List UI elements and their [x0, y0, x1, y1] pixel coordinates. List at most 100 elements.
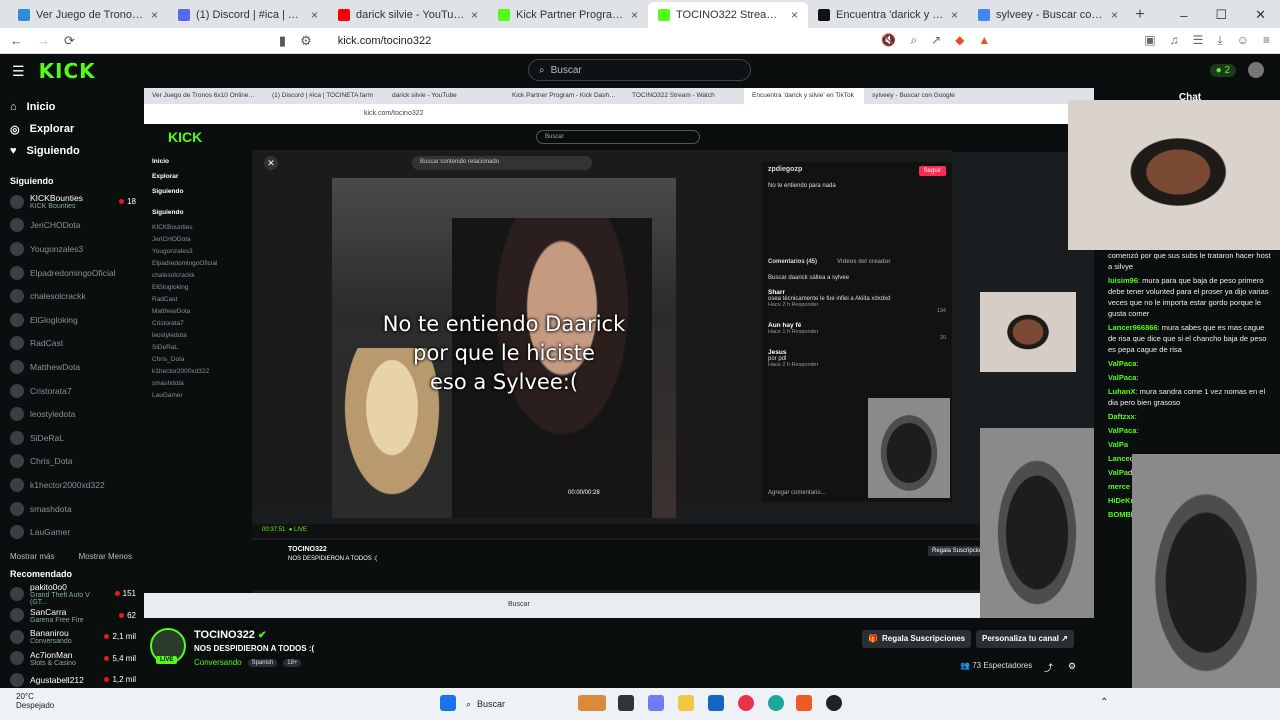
sidebar-channel[interactable]: SiDeRaL [10, 426, 144, 450]
video-player[interactable]: Ver Juego de Tronos 6x10 Online Gra (1) D… [144, 88, 1094, 618]
browser-tab[interactable]: TOCINO322 Stream - Watch × [648, 2, 808, 28]
task-view-icon[interactable] [618, 695, 634, 711]
sidebar-channel[interactable]: KICKBounties KICK Bounties 18 [10, 190, 144, 214]
chat-username[interactable]: ValPaca [1108, 426, 1136, 435]
tab-close-icon[interactable]: × [471, 8, 478, 22]
sidebar-channel[interactable]: MatthewDota [10, 355, 144, 379]
forward-icon[interactable]: → [37, 33, 50, 48]
sidebar-channel[interactable]: JeriCHODota [10, 214, 144, 238]
sidebar-channel[interactable]: Yougonzales3 [10, 237, 144, 261]
chat-username[interactable]: luisim96 [1108, 276, 1138, 285]
nav-explore[interactable]: ◎ Explorar [10, 118, 144, 140]
opera-icon[interactable] [738, 695, 754, 711]
browser-tab[interactable]: sylveey - Buscar con Google × [968, 2, 1128, 28]
tag-age[interactable]: 18+ [283, 658, 302, 667]
sidebar-channel[interactable]: ElpadredomingoOficial [10, 261, 144, 285]
edge-icon[interactable] [768, 695, 784, 711]
share-icon[interactable]: ↗ [931, 33, 941, 48]
sidebar-channel[interactable]: leostyledota [10, 402, 144, 426]
obs-icon[interactable] [826, 695, 842, 711]
browser-tab[interactable]: Ver Juego de Tronos 6x10 Online Gra × [8, 2, 168, 28]
file-explorer-icon[interactable] [678, 695, 694, 711]
tag-language[interactable]: Spanish [247, 658, 278, 667]
sidebar-toggle-icon[interactable]: ▣ [1144, 33, 1155, 48]
reload-icon[interactable]: ⟳ [64, 33, 75, 49]
chat-username[interactable]: Daftzxx [1108, 412, 1135, 421]
tab-close-icon[interactable]: × [951, 8, 958, 22]
browser-tab[interactable]: Kick Partner Program - Kick Dashboa × [488, 2, 648, 28]
store-icon[interactable] [708, 695, 724, 711]
sidebar-channel[interactable]: Chris_Dota [10, 450, 144, 474]
sidebar-channel[interactable]: chalesolcrackk [10, 284, 144, 308]
tab-close-icon[interactable]: × [791, 8, 798, 22]
nav-home[interactable]: ⌂ Inicio [10, 96, 144, 118]
reading-list-icon[interactable]: ☰ [1193, 33, 1204, 48]
rewards-icon[interactable]: ▲ [978, 33, 990, 48]
new-tab-button[interactable]: + [1128, 2, 1152, 28]
kick-logo[interactable]: KICK [39, 59, 96, 83]
account-icon[interactable]: ☺ [1237, 33, 1249, 48]
maximize-icon[interactable]: ☐ [1215, 7, 1227, 23]
chat-username[interactable]: ValPaca [1108, 373, 1136, 382]
gift-subscriptions-button[interactable]: 🎁 Regala Suscripciones [862, 630, 972, 648]
close-window-icon[interactable]: ✕ [1255, 7, 1266, 23]
settings-icon[interactable]: ⚙ [1068, 661, 1076, 672]
avatar[interactable] [1248, 62, 1264, 78]
chat-username[interactable]: ValPa [1108, 440, 1128, 449]
customize-channel-button[interactable]: Personaliza tu canal ↗ [976, 630, 1074, 648]
site-info-icon[interactable]: ⚙ [300, 33, 312, 49]
download-icon[interactable]: ⤓ [1217, 33, 1222, 48]
mute-icon[interactable]: 🔇 [881, 33, 896, 48]
show-more-link[interactable]: Mostrar más [10, 552, 54, 561]
weather-widget[interactable]: 20°C Despejado [16, 692, 54, 710]
sidebar-channel[interactable]: Cristorata7 [10, 379, 144, 403]
app-icon[interactable] [578, 695, 606, 711]
sidebar-channel[interactable]: LauGamer [10, 520, 144, 544]
browser-tab[interactable]: (1) Discord | #ica | TOCINETA farm × [168, 2, 328, 28]
share-icon[interactable]: ⤴ [1044, 661, 1053, 674]
sidebar-channel[interactable]: RadCast [10, 332, 144, 356]
minimize-icon[interactable]: – [1180, 8, 1187, 23]
points-badge[interactable]: ● 2 [1209, 63, 1236, 77]
tab-close-icon[interactable]: × [631, 8, 638, 22]
tray-chevron-icon[interactable]: ⌃ [1100, 697, 1108, 708]
zoom-icon[interactable]: ⌕ [910, 33, 917, 48]
sidebar-channel[interactable]: pakito0o0 Grand Theft Auto V (GT... 151 [10, 582, 144, 606]
browser-tab[interactable]: Encuentra 'darick y silvie' en TikTok × [808, 2, 968, 28]
extensions-icon[interactable]: ♫ [1170, 33, 1179, 48]
streamer-name[interactable]: TOCINO322 ✔ [194, 629, 266, 641]
brave-shield-icon[interactable]: ◆ [955, 33, 964, 48]
sidebar-channel[interactable]: Bananirou Conversando 2,1 mil [10, 626, 144, 648]
brave-icon[interactable] [796, 695, 812, 711]
chat-username[interactable]: HiDeK [1108, 496, 1131, 505]
nested-kick-logo: KICK [168, 129, 203, 145]
chat-username[interactable]: merce [1108, 482, 1130, 491]
sidebar-channel[interactable]: Ac7ionMan Slots & Casino 5,4 mil [10, 647, 144, 669]
browser-tab[interactable]: darick silvie - YouTube × [328, 2, 488, 28]
chat-username[interactable]: ValPa [1108, 468, 1128, 477]
chat-username[interactable]: LuhanX [1108, 387, 1136, 396]
bookmark-icon[interactable]: ▮ [279, 33, 286, 49]
sidebar-channel[interactable]: SanCarra Garena Free Fire 62 [10, 604, 144, 626]
hamburger-icon[interactable]: ☰ [12, 63, 25, 80]
chat-username[interactable]: Lance [1108, 454, 1130, 463]
chat-username[interactable]: Lancer966866 [1108, 323, 1158, 332]
chat-username[interactable]: BOMB [1108, 510, 1131, 519]
sidebar-channel[interactable]: ElGlogloking [10, 308, 144, 332]
show-less-link[interactable]: Mostrar Menos [79, 552, 132, 561]
url-field[interactable]: kick.com/tocino322 [338, 35, 432, 47]
taskbar-search[interactable]: ⌕ Buscar [466, 694, 566, 714]
copilot-icon[interactable] [648, 695, 664, 711]
chat-username[interactable]: ValPaca [1108, 359, 1136, 368]
windows-start-icon[interactable] [440, 695, 456, 711]
stream-category[interactable]: Conversando [194, 658, 242, 667]
nav-following[interactable]: ♥ Siguiendo [10, 140, 144, 162]
tab-close-icon[interactable]: × [151, 8, 158, 22]
search-input[interactable]: ⌕ Buscar [528, 59, 751, 81]
sidebar-channel[interactable]: k1hector2000xd322 [10, 473, 144, 497]
tab-close-icon[interactable]: × [311, 8, 318, 22]
sidebar-channel[interactable]: smashdota [10, 497, 144, 521]
back-icon[interactable]: ← [10, 33, 23, 48]
menu-icon[interactable]: ≡ [1263, 33, 1270, 48]
tab-close-icon[interactable]: × [1111, 8, 1118, 22]
